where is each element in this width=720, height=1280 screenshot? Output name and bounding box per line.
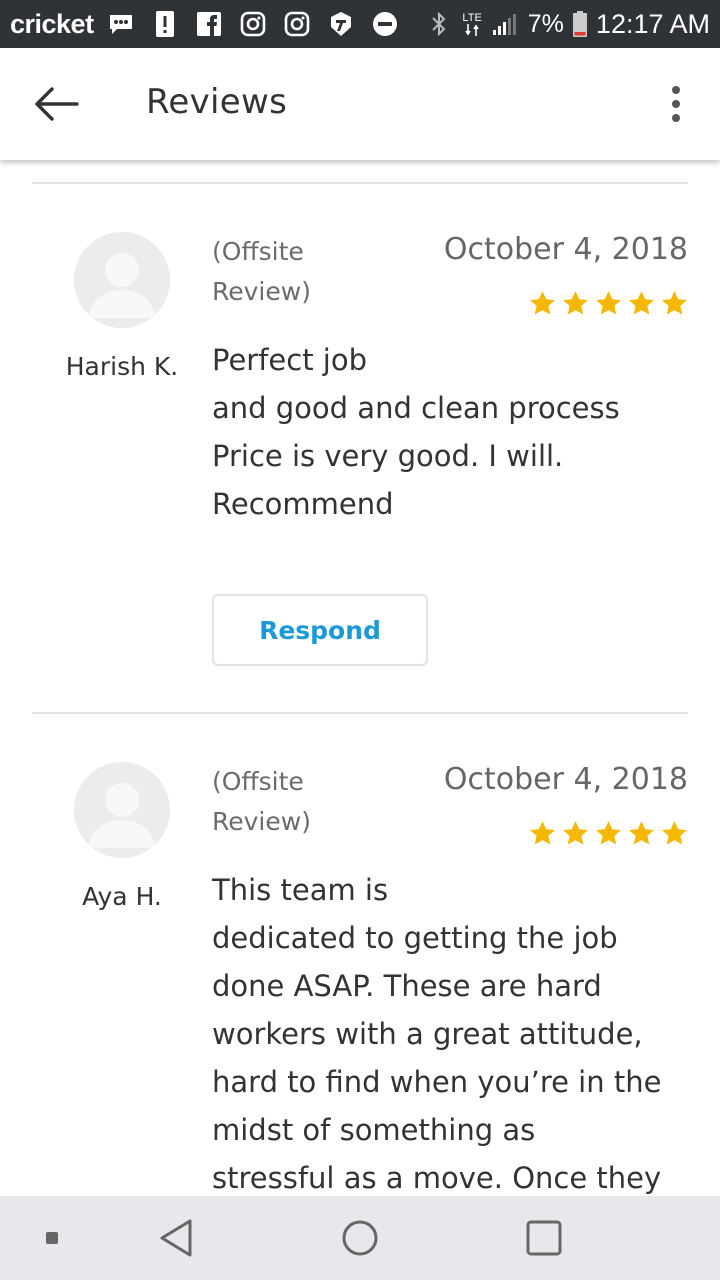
more-vertical-icon (672, 86, 680, 122)
lte-indicator: LTE (462, 12, 482, 36)
circle-home-icon (342, 1220, 378, 1256)
review-source: (Offsite Review) (212, 237, 311, 306)
battery-percentage: 7% (527, 9, 564, 38)
review-date: October 4, 2018 (443, 232, 688, 267)
star-icon (662, 821, 687, 845)
respond-button[interactable]: Respond (212, 594, 428, 666)
nav-back-button[interactable] (146, 1196, 206, 1280)
page-title: Reviews (146, 82, 288, 122)
bluetooth-icon (424, 9, 454, 39)
avatar (74, 232, 170, 328)
star-icon (563, 821, 588, 845)
status-right: LTE 7% 12:17 AM (424, 9, 710, 40)
avatar (74, 762, 170, 858)
app-bar: Reviews (0, 48, 720, 160)
divider (32, 712, 688, 714)
star-icon (629, 821, 654, 845)
signal-icon (490, 9, 520, 39)
back-arrow-icon (35, 87, 79, 121)
clock: 12:17 AM (595, 8, 710, 39)
network-type: LTE (462, 12, 482, 24)
status-bar: cricket LTE 7% 12:17 AM (0, 0, 720, 48)
review-card: Harish K. (Offsite Review) October 4, 20… (0, 232, 720, 672)
star-icon (563, 291, 588, 315)
review-date: October 4, 2018 (443, 762, 688, 797)
review-source: (Offsite Review) (212, 767, 311, 836)
notification-icons (106, 9, 400, 39)
star-icon (662, 291, 687, 315)
square-recents-icon (526, 1220, 562, 1256)
triangle-back-icon (160, 1219, 192, 1257)
alert-icon (150, 9, 180, 39)
instagram-icon (238, 9, 268, 39)
review-text: Perfect job and good and clean process P… (212, 343, 620, 521)
star-rating (529, 290, 688, 317)
overflow-menu-button[interactable] (656, 80, 696, 128)
star-icon (596, 821, 621, 845)
nav-home-button[interactable] (330, 1196, 390, 1280)
small-square-icon (46, 1232, 58, 1244)
user-placeholder-icon (74, 232, 170, 328)
reviewer-name: Harish K. (65, 352, 179, 381)
do-not-disturb-icon (370, 9, 400, 39)
carrier-name: cricket (10, 8, 94, 39)
back-button[interactable] (28, 80, 84, 128)
review-card: Aya H. (Offsite Review) October 4, 2018 … (0, 762, 720, 1196)
facebook-icon (194, 9, 224, 39)
instagram-icon (282, 9, 312, 39)
nav-menu-button[interactable] (30, 1196, 74, 1280)
battery-icon (572, 9, 588, 39)
user-placeholder-icon (74, 762, 170, 858)
star-icon (596, 291, 621, 315)
review-text: This team is dedicated to getting the jo… (212, 873, 662, 1195)
star-icon (530, 821, 555, 845)
nav-recents-button[interactable] (514, 1196, 574, 1280)
star-icon (530, 291, 555, 315)
message-icon (106, 9, 136, 39)
star-rating (529, 820, 688, 847)
app-badge-icon (326, 9, 356, 39)
reviewer-name: Aya H. (82, 882, 162, 911)
data-arrows-icon (465, 24, 479, 36)
star-icon (629, 291, 654, 315)
reviews-list[interactable]: Harish K. (Offsite Review) October 4, 20… (0, 160, 720, 1196)
navigation-bar (0, 1196, 720, 1280)
divider (32, 182, 688, 184)
